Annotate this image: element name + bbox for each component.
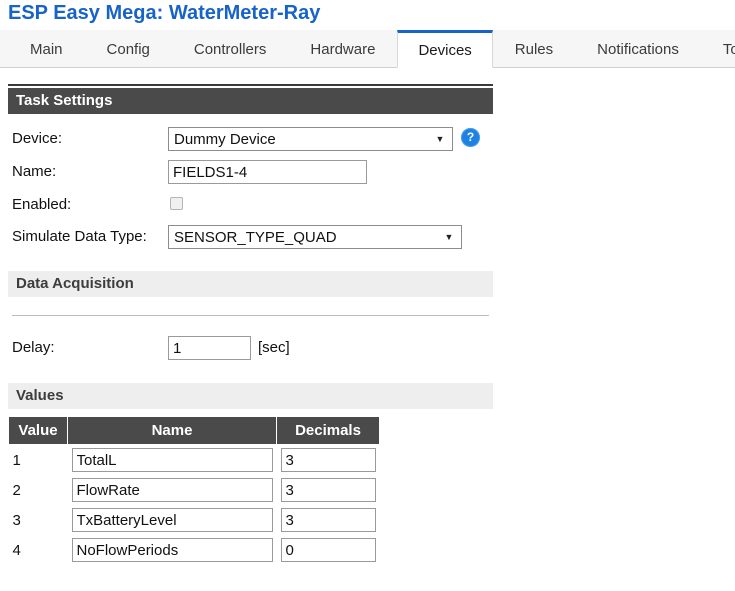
delay-label: Delay: — [12, 339, 55, 356]
value-name-cell — [68, 535, 277, 565]
device-select-value: Dummy Device — [174, 130, 276, 148]
tab-hardware[interactable]: Hardware — [288, 30, 397, 68]
tab-tools[interactable]: Tools — [701, 30, 735, 68]
value-decimals-cell — [277, 475, 380, 505]
value-decimals-input[interactable] — [280, 448, 376, 472]
value-name-cell — [68, 445, 277, 476]
value-decimals-input[interactable] — [280, 478, 376, 502]
simulate-data-type-select[interactable]: SENSOR_TYPE_QUAD ▼ — [168, 225, 462, 249]
value-name-input[interactable] — [71, 478, 273, 502]
tab-bar: Main Config Controllers Hardware Devices… — [0, 30, 735, 68]
value-name-input[interactable] — [71, 448, 273, 472]
value-name-input[interactable] — [71, 508, 273, 532]
value-index: 4 — [12, 541, 21, 559]
value-decimals-cell — [277, 445, 380, 476]
device-select[interactable]: Dummy Device ▼ — [168, 127, 453, 151]
table-row: 1 — [9, 445, 380, 476]
top-divider — [8, 84, 493, 86]
delay-unit-label: [sec] — [258, 339, 290, 356]
simulate-data-type-label: Simulate Data Type: — [12, 228, 147, 245]
value-decimals-cell — [277, 535, 380, 565]
value-decimals-input[interactable] — [280, 508, 376, 532]
column-header-decimals: Decimals — [276, 416, 380, 445]
table-row: 3 — [9, 505, 380, 535]
name-label: Name: — [12, 163, 57, 180]
value-decimals-cell — [277, 505, 380, 535]
data-acquisition-header: Data Acquisition — [8, 271, 493, 297]
values-table: Value Name Decimals 1 2 — [8, 416, 380, 565]
tab-main[interactable]: Main — [8, 30, 85, 68]
table-row: 2 — [9, 475, 380, 505]
column-header-value: Value — [8, 416, 68, 445]
value-name-cell — [68, 475, 277, 505]
simulate-data-type-value: SENSOR_TYPE_QUAD — [174, 228, 337, 246]
data-acquisition-rule — [12, 315, 489, 316]
value-decimals-input[interactable] — [280, 538, 376, 562]
value-index: 3 — [12, 511, 21, 529]
values-header: Values — [8, 383, 493, 409]
chevron-down-icon: ▼ — [444, 231, 454, 242]
name-input[interactable] — [168, 160, 367, 184]
help-icon[interactable]: ? — [461, 128, 480, 147]
enabled-checkbox[interactable] — [170, 197, 183, 210]
tab-list: Main Config Controllers Hardware Devices… — [8, 30, 735, 68]
tab-rules[interactable]: Rules — [493, 30, 575, 68]
task-settings-header: Task Settings — [8, 88, 493, 114]
column-header-name: Name — [67, 416, 277, 445]
tab-config[interactable]: Config — [85, 30, 172, 68]
table-row: 4 — [9, 535, 380, 565]
value-index: 1 — [12, 451, 21, 469]
enabled-label: Enabled: — [12, 196, 72, 213]
value-name-input[interactable] — [71, 538, 273, 562]
value-index: 2 — [12, 481, 21, 499]
tab-devices[interactable]: Devices — [397, 30, 493, 68]
chevron-down-icon: ▼ — [435, 133, 445, 144]
values-table-header-row: Value Name Decimals — [8, 416, 380, 445]
tab-controllers[interactable]: Controllers — [172, 30, 289, 68]
device-label: Device: — [12, 130, 63, 147]
delay-input[interactable] — [168, 336, 251, 360]
value-name-cell — [68, 505, 277, 535]
tab-notifications[interactable]: Notifications — [575, 30, 701, 68]
page-title: ESP Easy Mega: WaterMeter-Ray — [8, 2, 321, 24]
